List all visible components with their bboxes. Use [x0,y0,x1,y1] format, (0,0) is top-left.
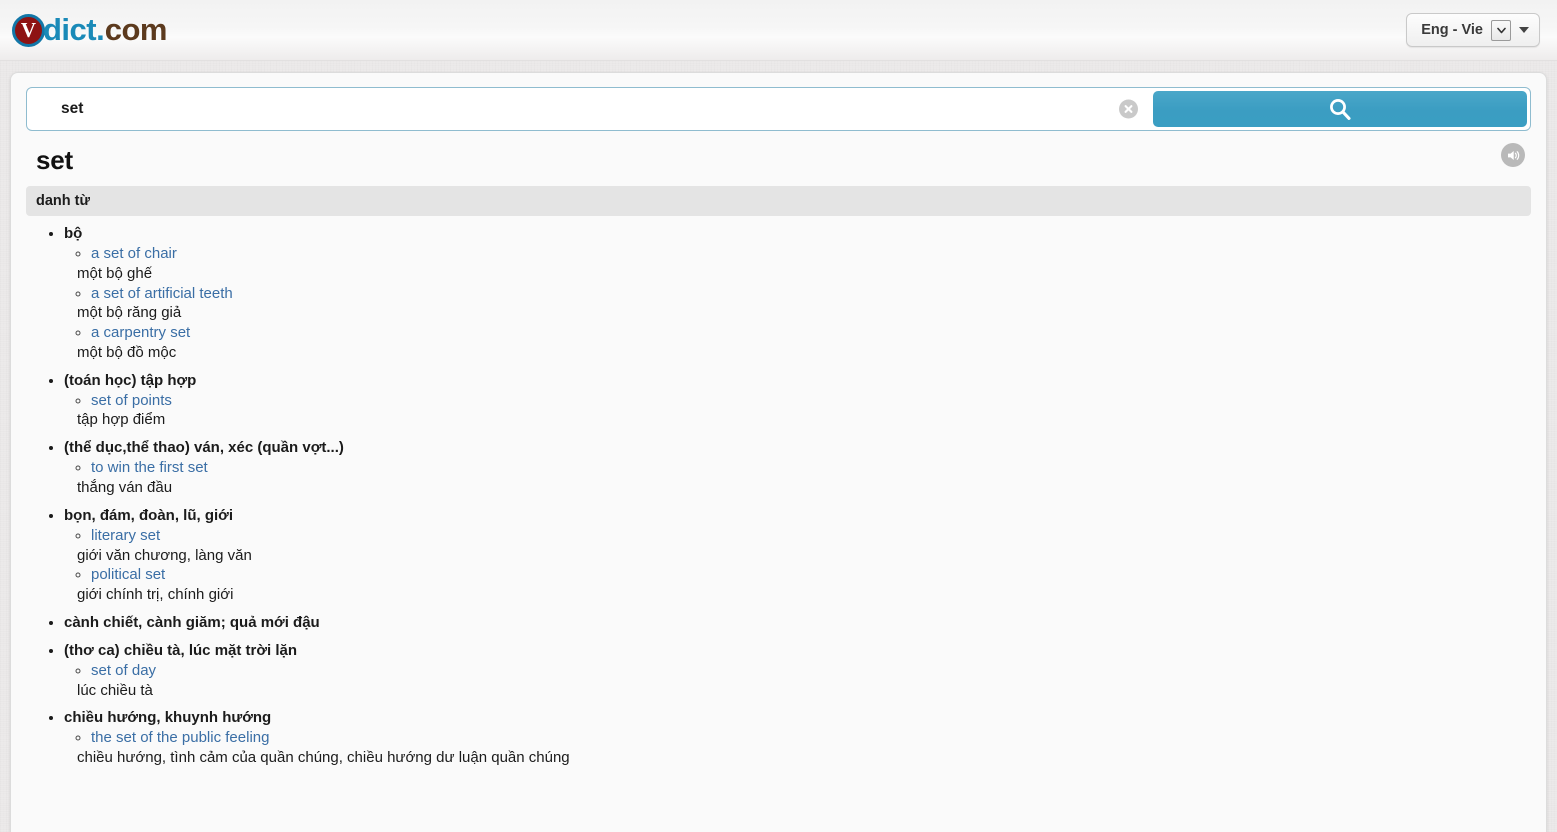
language-pair-selector[interactable]: Eng - Vie [1406,13,1540,47]
definition-meaning: (thơ ca) chiều tà, lúc mặt trời lặn [64,641,298,659]
site-logo[interactable]: V dict . com [12,12,168,48]
logo-text-dict: dict [43,12,97,47]
clear-search-icon[interactable] [1119,99,1138,119]
example-item: a set of chair một bộ ghế [77,244,1531,284]
example-english[interactable]: the set of the public feeling [91,729,269,746]
example-english[interactable]: set of points [91,392,172,409]
example-item: a carpentry set một bộ đồ mộc [77,323,1531,363]
definition-item: (toán học) tập hợp set of points tập hợp đ… [64,371,1531,431]
page-title: set [36,145,73,175]
example-english[interactable]: literary set [91,527,160,544]
example-item: literary set giới văn chương, làng văn [77,526,1531,566]
example-vietnamese: chiều hướng, tình cảm của quần chúng, ch… [77,749,570,767]
example-vietnamese: lúc chiều tà [77,681,153,699]
example-vietnamese: thắng ván đầu [77,478,173,496]
example-item: set of points tập hợp điểm [77,391,1531,431]
definition-item: (thể dục,thể thao) ván, xéc (quần vợt...… [64,438,1531,498]
example-vietnamese: giới chính trị, chính giới [77,586,234,604]
example-item: set of day lúc chiều tà [77,661,1531,701]
example-list: to win the first set thắng ván đầu [64,458,1531,498]
example-vietnamese: một bộ đồ mộc [77,343,177,361]
definition-item: chiều hướng, khuynh hướngthe set of the … [64,708,1531,768]
example-item: a set of artificial teeth một bộ răng giả [77,284,1531,324]
example-list: literary setgiới văn chương, làng vănpol… [64,526,1531,605]
example-english[interactable]: a set of artificial teeth [91,285,233,302]
speaker-icon[interactable] [1501,143,1525,167]
example-item: political set giới chính trị, chính giới [77,565,1531,605]
logo-text-com: com [104,12,168,47]
site-header: V dict . com Eng - Vie [0,0,1557,61]
language-pair-label: Eng - Vie [1421,22,1483,38]
search-icon [1327,96,1353,122]
example-list: set of points tập hợp điểm [64,391,1531,431]
example-english[interactable]: set of day [91,662,156,679]
definition-item: bộ a set of chair một bộ ghế a set of artif… [64,224,1531,363]
example-vietnamese: một bộ ghế [77,264,153,282]
search-button[interactable] [1153,91,1527,127]
definition-list: bộ a set of chair một bộ ghế a set of artif… [26,224,1531,768]
entry-header: set [26,131,1531,186]
example-english[interactable]: political set [91,566,165,583]
example-vietnamese: tập hợp điểm [77,411,166,429]
example-item: to win the first set thắng ván đầu [77,458,1531,498]
example-list: the set of the public feeling chiều hướng… [64,728,1531,768]
part-of-speech-bar: danh từ [26,186,1531,216]
definition-meaning: (thể dục,thể thao) ván, xéc (quần vợt...… [64,439,344,457]
caret-down-icon[interactable] [1519,27,1529,33]
definition-meaning: cành chiết, cành giăm; quả mới đậu [64,613,320,631]
definition-meaning: chiều hướng, khuynh hướng [64,709,272,727]
logo-text-dot: . [96,12,105,47]
example-item: the set of the public feeling chiều hướng… [77,728,1531,768]
example-english[interactable]: a carpentry set [91,324,190,341]
definition-item: cành chiết, cành giăm; quả mới đậu [64,613,1531,633]
search-bar [26,87,1531,131]
example-english[interactable]: a set of chair [91,245,177,262]
main-content-card: set danh từ bộa set of chairmột bộ ghếa … [10,72,1547,832]
example-list: set of day lúc chiều tà [64,661,1531,701]
definition-item: bọn, đám, đoàn, lũ, giới literary set giới… [64,506,1531,605]
logo-v-badge-icon: V [12,13,45,47]
definition-item: (thơ ca) chiều tà, lúc mặt trời lặn set o… [64,641,1531,701]
example-vietnamese: một bộ răng giả [77,304,182,322]
chevron-down-icon[interactable] [1491,19,1511,41]
definition-meaning: bộ [64,225,83,242]
example-list: a set of chair một bộ ghế a set of artific… [64,244,1531,363]
definition-meaning: (toán học) tập hợp [64,371,197,389]
example-vietnamese: giới văn chương, làng văn [77,546,252,564]
definition-meaning: bọn, đám, đoàn, lũ, giới [64,506,233,524]
search-input[interactable] [27,88,1153,130]
example-english[interactable]: to win the first set [91,459,208,476]
